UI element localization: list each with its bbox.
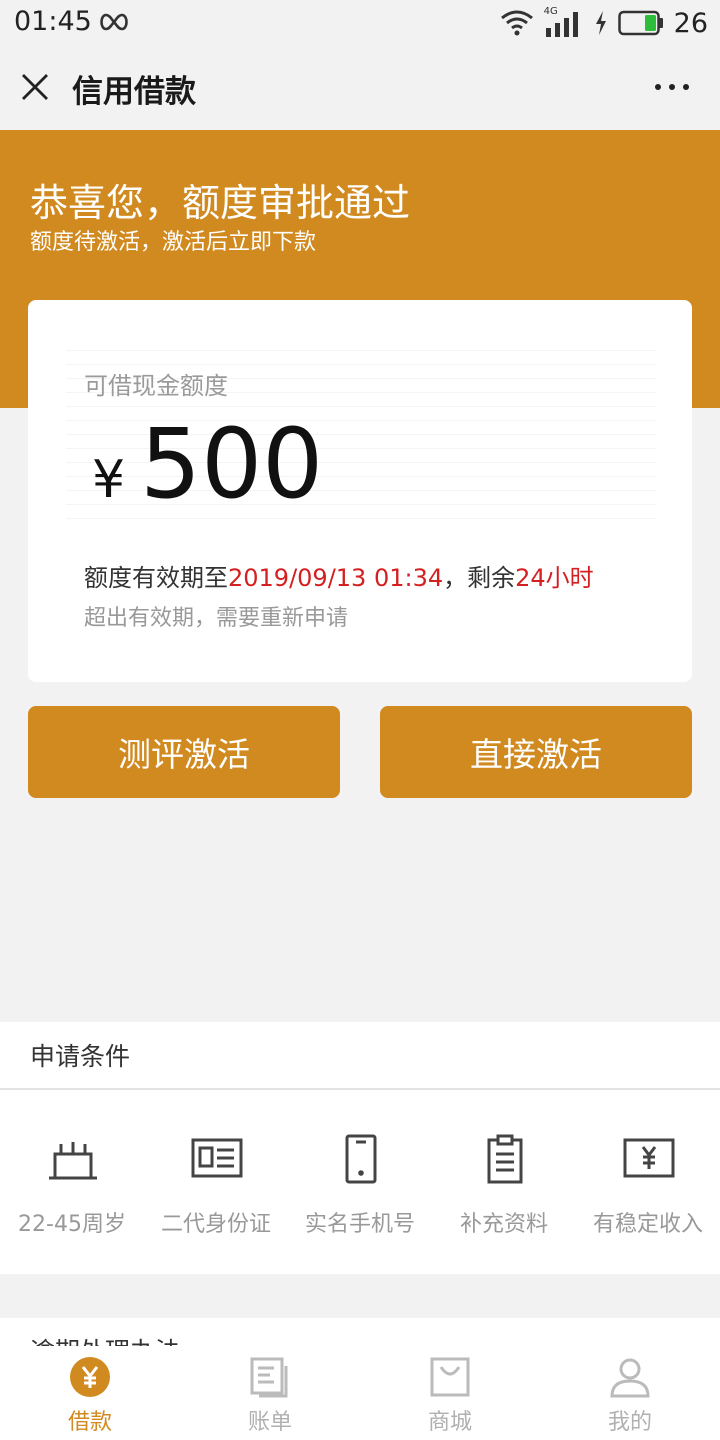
condition-phone: 实名手机号: [288, 1090, 432, 1274]
credit-amount: 500: [140, 408, 324, 520]
nav-item-bill[interactable]: 账单: [180, 1346, 360, 1440]
nav-label: 借款: [67, 1410, 112, 1435]
id-card-icon: [191, 1138, 243, 1178]
battery-level: 26: [673, 7, 708, 39]
page-title: 信用借款: [72, 74, 196, 110]
credit-limit-card: 可借现金额度 ¥ 500 额度有效期至2019/09/13 01:34，剩余24…: [28, 300, 692, 682]
nav-label: 商城: [427, 1410, 472, 1435]
clipboard-icon: [487, 1134, 523, 1184]
shop-icon: [430, 1357, 470, 1397]
validity-prefix: 额度有效期至: [84, 564, 228, 592]
condition-label: 22-45周岁: [18, 1212, 126, 1237]
condition-label: 二代身份证: [160, 1212, 271, 1237]
nav-label: 账单: [247, 1410, 292, 1435]
infinity-icon: [100, 13, 128, 31]
condition-documents: 补充资料: [432, 1090, 576, 1274]
charging-icon: [595, 11, 606, 35]
currency-symbol: ¥: [92, 450, 126, 510]
condition-label: 实名手机号: [304, 1212, 415, 1237]
condition-label: 有稳定收入: [592, 1212, 703, 1237]
validity-date: 2019/09/13 01:34: [228, 564, 444, 592]
status-icons: 4G 26: [500, 6, 708, 40]
validity-note: 超出有效期，需要重新申请: [84, 606, 349, 631]
money-icon: [623, 1138, 675, 1178]
condition-label: 补充资料: [459, 1212, 548, 1237]
nav-item-profile[interactable]: 我的: [540, 1346, 720, 1440]
signal-group: 4G: [544, 6, 584, 38]
cake-icon: [49, 1142, 97, 1180]
profile-icon: [610, 1358, 650, 1398]
conditions-list: 22-45周岁 二代身份证 实名手机号 补充资料 有稳定收入: [0, 1090, 720, 1274]
conditions-header: 申请条件: [0, 1022, 720, 1088]
signal-icon: [545, 12, 578, 37]
condition-age: 22-45周岁: [0, 1090, 144, 1274]
wifi-icon: [500, 10, 533, 36]
validity-text: 额度有效期至2019/09/13 01:34，剩余24小时: [84, 558, 594, 593]
validity-remaining: 24小时: [515, 564, 594, 592]
phone-icon: [345, 1134, 377, 1184]
direct-activate-button[interactable]: 直接激活: [380, 706, 692, 798]
close-icon[interactable]: [18, 70, 52, 104]
validity-middle: ，剩余: [443, 564, 516, 592]
evaluate-activate-button[interactable]: 测评激活: [28, 706, 340, 798]
conditions-title: 申请条件: [30, 1042, 131, 1071]
nav-label: 我的: [607, 1410, 652, 1435]
approval-title: 恭喜您，额度审批通过: [30, 181, 411, 225]
credit-limit-label: 可借现金额度: [84, 372, 228, 400]
bill-icon: [250, 1357, 288, 1398]
condition-id-card: 二代身份证: [144, 1090, 288, 1274]
bottom-nav: 借款 账单 商城 我的: [0, 1346, 720, 1440]
battery-icon: [617, 10, 663, 36]
more-icon[interactable]: [652, 72, 692, 102]
condition-income: 有稳定收入: [576, 1090, 720, 1274]
loan-icon: [70, 1357, 110, 1397]
title-bar: 信用借款: [0, 46, 720, 130]
nav-item-loan[interactable]: 借款: [0, 1346, 180, 1440]
status-bar: 01:45 4G 26: [0, 0, 720, 46]
status-time: 01:45: [14, 6, 92, 37]
approval-subtitle: 额度待激活，激活后立即下款: [30, 230, 317, 255]
nav-item-shop[interactable]: 商城: [360, 1346, 540, 1440]
